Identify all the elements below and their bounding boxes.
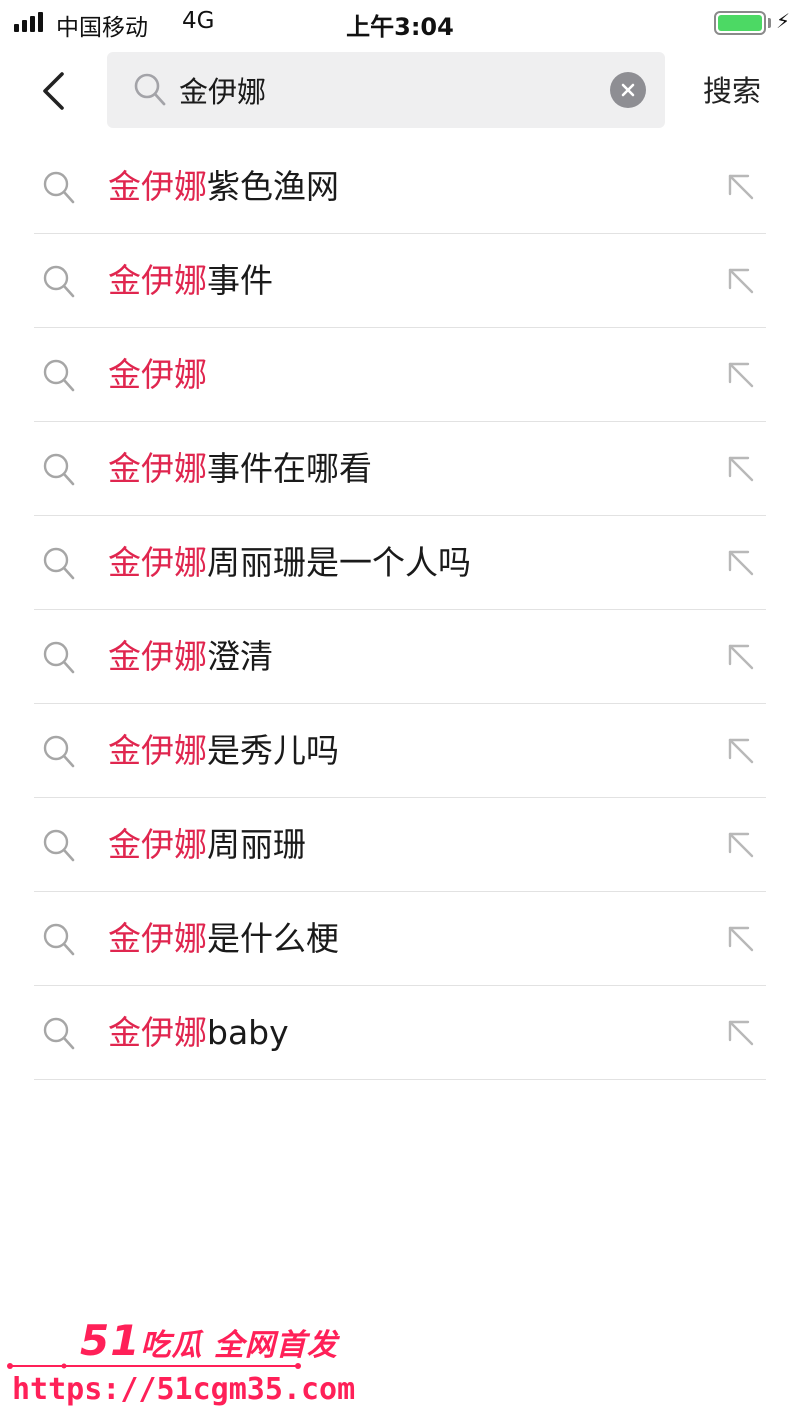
suggestion-highlight: 金伊娜	[108, 543, 207, 582]
search-icon	[43, 547, 75, 580]
watermark-brand-text: 吃瓜 全网首发	[140, 1328, 338, 1363]
suggestion-rest: 是秀儿吗	[207, 731, 339, 770]
fill-query-arrow-icon[interactable]	[724, 452, 758, 486]
suggestion-rest: 事件	[207, 261, 273, 300]
search-icon	[43, 641, 75, 674]
watermark-brand-number: 51	[80, 1316, 141, 1365]
suggestion-highlight: 金伊娜	[108, 919, 207, 958]
suggestion-text: 金伊娜是什么梗	[108, 916, 339, 962]
battery-cap	[768, 18, 771, 28]
watermark-brand: 51吃瓜 全网首发	[80, 1316, 338, 1365]
suggestion-rest: 澄清	[207, 637, 273, 676]
suggestion-highlight: 金伊娜	[108, 167, 207, 206]
suggestion-text: 金伊娜是秀儿吗	[108, 728, 339, 774]
clear-button[interactable]	[610, 72, 646, 108]
suggestion-text: 金伊娜事件在哪看	[108, 446, 372, 492]
suggestion-item[interactable]: 金伊娜澄清	[0, 610, 800, 704]
search-icon	[43, 1017, 75, 1050]
back-button[interactable]	[30, 66, 76, 116]
suggestion-rest: 事件在哪看	[207, 449, 372, 488]
search-icon	[43, 265, 75, 298]
suggestion-item[interactable]: 金伊娜紫色渔网	[0, 140, 800, 234]
search-icon	[43, 171, 75, 204]
suggestion-rest: 周丽珊是一个人吗	[207, 543, 471, 582]
search-icon	[43, 735, 75, 768]
suggestion-text: 金伊娜baby	[108, 1010, 289, 1056]
search-icon	[43, 359, 75, 392]
suggestion-item[interactable]: 金伊娜事件	[0, 234, 800, 328]
search-page: 中国移动 4G 上午3:04 ⚡ 搜索 金伊娜紫色渔网金伊娜事件金伊娜金伊娜事件…	[0, 0, 800, 1424]
search-icon	[134, 73, 166, 106]
suggestion-highlight: 金伊娜	[108, 449, 207, 488]
suggestion-highlight: 金伊娜	[108, 355, 207, 394]
suggestion-rest: baby	[207, 1013, 289, 1052]
status-bar: 中国移动 4G 上午3:04 ⚡	[0, 0, 800, 46]
suggestion-item[interactable]: 金伊娜周丽珊	[0, 798, 800, 892]
suggestion-item[interactable]: 金伊娜事件在哪看	[0, 422, 800, 516]
status-time: 上午3:04	[346, 13, 454, 41]
search-icon	[43, 453, 75, 486]
fill-query-arrow-icon[interactable]	[724, 922, 758, 956]
charging-icon: ⚡	[776, 9, 791, 33]
fill-query-arrow-icon[interactable]	[724, 358, 758, 392]
suggestion-list: 金伊娜紫色渔网 金伊娜事件 金伊娜 金伊娜事件在哪看 金伊娜周丽珊是一个人吗 金伊娜澄清金…	[0, 140, 800, 1080]
watermark-circuit-line	[7, 1363, 301, 1369]
search-button[interactable]: 搜索	[690, 70, 774, 112]
watermark: 51吃瓜 全网首发 https://51cgm35.com	[0, 1310, 355, 1420]
suggestion-rest: 是什么梗	[207, 919, 339, 958]
suggestion-rest: 周丽珊	[207, 825, 306, 864]
suggestion-text: 金伊娜周丽珊	[108, 822, 306, 868]
suggestion-highlight: 金伊娜	[108, 261, 207, 300]
suggestion-item[interactable]: 金伊娜baby	[0, 986, 800, 1080]
suggestion-item[interactable]: 金伊娜是秀儿吗	[0, 704, 800, 798]
suggestion-highlight: 金伊娜	[108, 731, 207, 770]
suggestion-highlight: 金伊娜	[108, 1013, 207, 1052]
suggestion-text: 金伊娜紫色渔网	[108, 164, 339, 210]
suggestion-text: 金伊娜周丽珊是一个人吗	[108, 540, 471, 586]
suggestion-text: 金伊娜	[108, 352, 207, 398]
fill-query-arrow-icon[interactable]	[724, 264, 758, 298]
fill-query-arrow-icon[interactable]	[724, 640, 758, 674]
suggestion-highlight: 金伊娜	[108, 637, 207, 676]
fill-query-arrow-icon[interactable]	[724, 1016, 758, 1050]
search-box[interactable]	[107, 52, 665, 128]
suggestion-rest: 紫色渔网	[207, 167, 339, 206]
fill-query-arrow-icon[interactable]	[724, 170, 758, 204]
suggestion-text: 金伊娜澄清	[108, 634, 273, 680]
suggestion-item[interactable]: 金伊娜周丽珊是一个人吗	[0, 516, 800, 610]
suggestion-item[interactable]: 金伊娜是什么梗	[0, 892, 800, 986]
battery-icon	[714, 11, 766, 35]
suggestion-highlight: 金伊娜	[108, 825, 207, 864]
search-icon	[43, 829, 75, 862]
suggestion-item[interactable]: 金伊娜	[0, 328, 800, 422]
fill-query-arrow-icon[interactable]	[724, 734, 758, 768]
search-input[interactable]	[179, 64, 599, 116]
clear-icon	[621, 83, 635, 97]
fill-query-arrow-icon[interactable]	[724, 546, 758, 580]
back-icon	[43, 72, 64, 110]
search-icon	[43, 923, 75, 956]
fill-query-arrow-icon[interactable]	[724, 828, 758, 862]
watermark-url: https://51cgm35.com	[12, 1372, 356, 1407]
suggestion-text: 金伊娜事件	[108, 258, 273, 304]
